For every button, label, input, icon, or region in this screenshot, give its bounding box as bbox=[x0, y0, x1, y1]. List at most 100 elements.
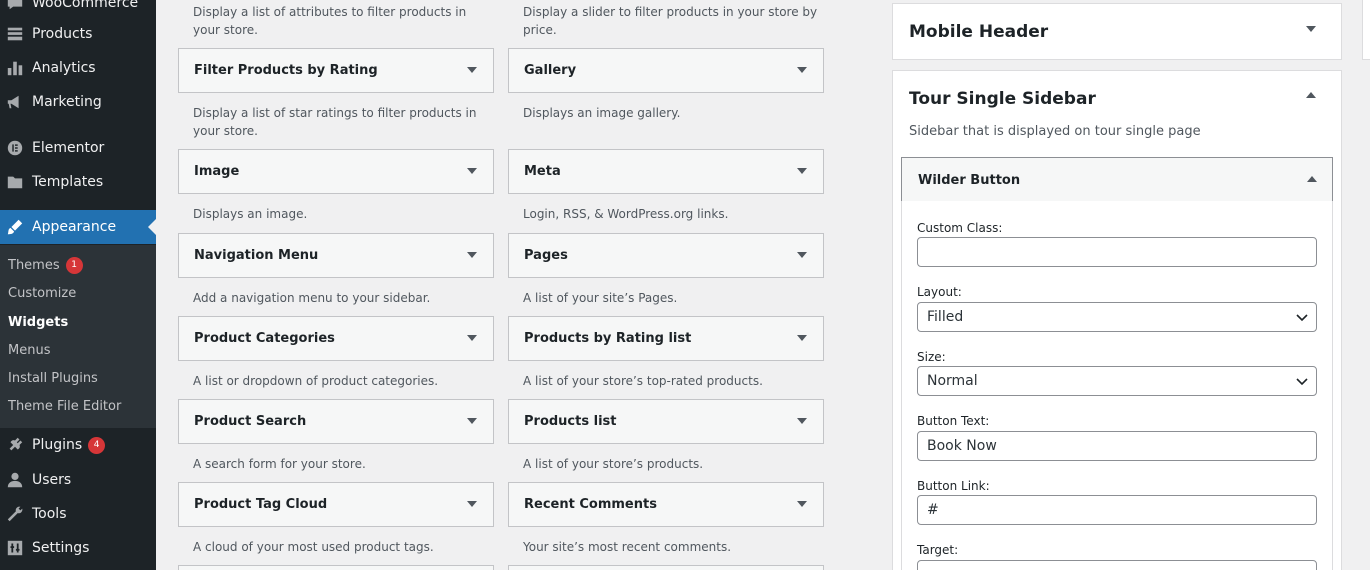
caret-up-icon[interactable] bbox=[1307, 176, 1317, 182]
sidebar-title[interactable]: Tour Single Sidebar bbox=[909, 89, 1096, 109]
custom-class-input[interactable] bbox=[917, 237, 1317, 267]
input-value: # bbox=[927, 502, 939, 518]
button-text-input[interactable]: Book Now bbox=[917, 431, 1317, 461]
menu-item-tools[interactable]: Tools bbox=[0, 497, 156, 531]
update-count-badge: 1 bbox=[65, 256, 83, 274]
menu-item-elementor[interactable]: Elementor bbox=[0, 131, 156, 165]
widget-pages[interactable]: Pages bbox=[508, 233, 824, 278]
widget-product-tag-cloud[interactable]: Product Tag Cloud bbox=[178, 482, 494, 527]
widget-description: Login, RSS, & WordPress.org links. bbox=[523, 207, 729, 221]
caret-down-icon[interactable] bbox=[797, 67, 807, 73]
button-link-input[interactable]: # bbox=[917, 495, 1317, 525]
appearance-submenu: Themes 1 Customize Widgets Menus Install… bbox=[0, 245, 156, 428]
widget-description: Your site’s most recent comments. bbox=[523, 540, 732, 554]
submenu-item-themes[interactable]: Themes 1 bbox=[8, 255, 83, 275]
widget-title: Filter Products by Rating bbox=[194, 63, 378, 78]
menu-label: WooCommerce bbox=[32, 0, 139, 11]
widget-wilder-button-header[interactable]: Wilder Button bbox=[901, 157, 1333, 202]
submenu-item-install-plugins[interactable]: Install Plugins bbox=[8, 368, 98, 388]
widget-product-search[interactable]: Product Search bbox=[178, 399, 494, 444]
caret-down-icon[interactable] bbox=[467, 501, 477, 507]
wrench-icon bbox=[5, 504, 25, 524]
woocommerce-icon bbox=[5, 0, 25, 13]
caret-down-icon[interactable] bbox=[467, 168, 477, 174]
widget-navigation-menu[interactable]: Navigation Menu bbox=[178, 233, 494, 278]
widget-title: Recent Comments bbox=[524, 497, 657, 512]
widget-product-categories[interactable]: Product Categories bbox=[178, 316, 494, 361]
menu-item-templates[interactable]: Templates bbox=[0, 165, 156, 199]
submenu-item-theme-file-editor[interactable]: Theme File Editor bbox=[8, 396, 121, 416]
input-value: Book Now bbox=[927, 438, 997, 454]
admin-menu: WooCommerce Products Analytics Marketing… bbox=[0, 0, 156, 570]
menu-label: Analytics bbox=[32, 60, 96, 76]
widget-description: Display a list of star ratings to filter… bbox=[193, 106, 477, 138]
submenu-item-customize[interactable]: Customize bbox=[8, 283, 76, 303]
menu-label: Plugins bbox=[32, 437, 83, 453]
caret-down-icon[interactable] bbox=[1306, 26, 1316, 32]
menu-item-appearance[interactable]: Appearance bbox=[0, 210, 156, 244]
caret-down-icon[interactable] bbox=[467, 67, 477, 73]
menu-item-products[interactable]: Products bbox=[0, 17, 156, 51]
widget-next-row[interactable] bbox=[508, 565, 824, 570]
submenu-item-widgets[interactable]: Widgets bbox=[8, 312, 68, 332]
caret-up-icon[interactable] bbox=[1306, 92, 1316, 98]
widget-title: Wilder Button bbox=[918, 173, 1021, 188]
caret-down-icon[interactable] bbox=[797, 418, 807, 424]
widget-title: Product Search bbox=[194, 414, 307, 429]
sidebar-title[interactable]: Mobile Header bbox=[909, 22, 1048, 42]
size-label: Size: bbox=[917, 350, 946, 364]
users-icon bbox=[5, 470, 25, 490]
caret-down-icon[interactable] bbox=[467, 335, 477, 341]
submenu-item-menus[interactable]: Menus bbox=[8, 340, 50, 360]
widget-title: Product Categories bbox=[194, 331, 335, 346]
target-select[interactable] bbox=[917, 560, 1317, 570]
update-count-badge: 4 bbox=[88, 436, 106, 454]
widget-recent-comments[interactable]: Recent Comments bbox=[508, 482, 824, 527]
widget-products-by-rating-list[interactable]: Products by Rating list bbox=[508, 316, 824, 361]
button-text-label: Button Text: bbox=[917, 414, 990, 428]
widget-description: Display a list of attributes to filter p… bbox=[193, 5, 467, 37]
caret-down-icon[interactable] bbox=[467, 418, 477, 424]
widget-description: Displays an image gallery. bbox=[523, 106, 681, 120]
widget-products-list[interactable]: Products list bbox=[508, 399, 824, 444]
menu-item-analytics[interactable]: Analytics bbox=[0, 51, 156, 85]
products-icon bbox=[5, 24, 25, 44]
menu-label: Tools bbox=[32, 506, 67, 522]
sidebar-description: Sidebar that is displayed on tour single… bbox=[909, 124, 1201, 139]
caret-down-icon[interactable] bbox=[797, 252, 807, 258]
menu-label: Users bbox=[32, 472, 72, 488]
elementor-icon bbox=[5, 138, 25, 158]
layout-label: Layout: bbox=[917, 285, 962, 299]
menu-item-marketing[interactable]: Marketing bbox=[0, 85, 156, 119]
caret-down-icon[interactable] bbox=[797, 168, 807, 174]
next-column-edge bbox=[1362, 0, 1370, 60]
layout-select[interactable]: Filled bbox=[917, 302, 1317, 332]
menu-item-settings[interactable]: Settings bbox=[0, 531, 156, 565]
widget-next-row[interactable] bbox=[178, 565, 494, 570]
settings-icon bbox=[5, 538, 25, 558]
widget-image[interactable]: Image bbox=[178, 149, 494, 194]
menu-item-users[interactable]: Users bbox=[0, 463, 156, 497]
folder-icon bbox=[5, 172, 25, 192]
button-link-label: Button Link: bbox=[917, 479, 990, 493]
submenu-label: Widgets bbox=[8, 314, 69, 330]
analytics-icon bbox=[5, 58, 25, 78]
plug-icon bbox=[5, 435, 25, 455]
paintbrush-icon bbox=[5, 217, 25, 237]
widget-filter-products-by-rating[interactable]: Filter Products by Rating bbox=[178, 48, 494, 93]
widget-title: Gallery bbox=[524, 63, 577, 78]
widget-gallery[interactable]: Gallery bbox=[508, 48, 824, 93]
caret-down-icon[interactable] bbox=[797, 335, 807, 341]
widget-description: Display a slider to filter products in y… bbox=[523, 5, 818, 37]
menu-label: Settings bbox=[32, 540, 90, 556]
widget-title: Product Tag Cloud bbox=[194, 497, 328, 512]
caret-down-icon[interactable] bbox=[467, 252, 477, 258]
widget-title: Products list bbox=[524, 414, 617, 429]
widget-title: Navigation Menu bbox=[194, 248, 319, 263]
caret-down-icon[interactable] bbox=[797, 501, 807, 507]
menu-label: Elementor bbox=[32, 140, 105, 156]
size-select[interactable]: Normal bbox=[917, 366, 1317, 396]
widget-meta[interactable]: Meta bbox=[508, 149, 824, 194]
menu-item-plugins[interactable]: Plugins 4 bbox=[0, 428, 156, 462]
widget-description: A cloud of your most used product tags. bbox=[193, 540, 434, 554]
